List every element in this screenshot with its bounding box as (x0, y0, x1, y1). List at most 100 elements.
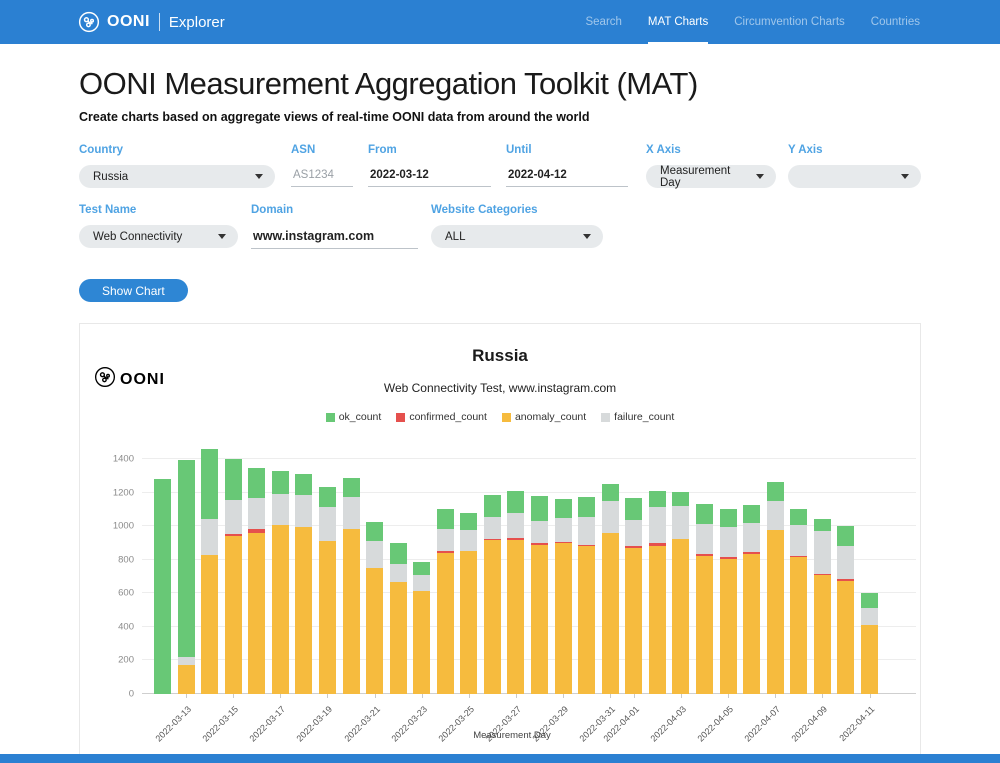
chart-card: Russia OONI Web Connectivity Test, www.i… (79, 323, 921, 763)
asn-label: ASN (291, 144, 353, 156)
country-label: Country (79, 144, 275, 156)
bar-segment-anomaly_count (460, 551, 477, 694)
bar-segment-ok_count (531, 496, 548, 521)
nav-item-search[interactable]: Search (585, 0, 621, 44)
bar-segment-anomaly_count (861, 625, 878, 694)
y-axis-tick-label: 800 (118, 554, 134, 565)
legend-item-failure_count[interactable]: failure_count (601, 411, 674, 423)
bar-2022-03-24[interactable] (437, 509, 454, 694)
bar-segment-failure_count (837, 546, 854, 579)
bar-segment-anomaly_count (814, 575, 831, 694)
bar-2022-04-10[interactable] (837, 526, 854, 694)
bar-segment-ok_count (225, 459, 242, 500)
show-chart-button[interactable]: Show Chart (79, 279, 188, 302)
bar-2022-03-28[interactable] (531, 496, 548, 694)
bar-segment-anomaly_count (437, 553, 454, 694)
legend-item-ok_count[interactable]: ok_count (326, 411, 382, 423)
bar-2022-03-29[interactable] (555, 499, 572, 694)
bar-segment-ok_count (248, 468, 265, 497)
bar-2022-03-20[interactable] (343, 478, 360, 694)
bar-segment-failure_count (696, 524, 713, 554)
ooni-watermark: OONI (94, 366, 165, 393)
legend-label: failure_count (614, 411, 674, 423)
bar-2022-04-09[interactable] (814, 519, 831, 694)
y-axis-select[interactable] (788, 165, 921, 188)
bar-segment-failure_count (672, 506, 689, 539)
bar-2022-04-01[interactable] (625, 498, 642, 694)
legend-item-confirmed_count[interactable]: confirmed_count (396, 411, 487, 423)
bar-2022-04-02[interactable] (649, 491, 666, 694)
x-axis-select[interactable]: Measurement Day (646, 165, 776, 188)
bar-segment-ok_count (484, 495, 501, 517)
ooni-watermark-text: OONI (120, 371, 165, 389)
bar-segment-ok_count (696, 504, 713, 524)
bar-2022-03-13[interactable] (178, 460, 195, 694)
bar-segment-anomaly_count (484, 540, 501, 694)
bar-2022-04-08[interactable] (790, 509, 807, 694)
bar-segment-anomaly_count (602, 533, 619, 694)
bar-segment-ok_count (814, 519, 831, 532)
bar-segment-ok_count (507, 491, 524, 513)
bar-2022-03-21[interactable] (366, 522, 383, 694)
bar-segment-failure_count (343, 497, 360, 529)
bar-segment-ok_count (672, 492, 689, 506)
legend-label: confirmed_count (409, 411, 487, 423)
bar-segment-ok_count (437, 509, 454, 529)
bar-segment-ok_count (790, 509, 807, 525)
nav-item-circumvention-charts[interactable]: Circumvention Charts (734, 0, 845, 44)
from-date-input[interactable] (368, 165, 491, 187)
bar-segment-failure_count (319, 507, 336, 541)
bar-segment-failure_count (720, 527, 737, 557)
bar-2022-03-22[interactable] (390, 543, 407, 694)
brand[interactable]: OONI Explorer (78, 0, 225, 44)
y-axis-tick-label: 400 (118, 621, 134, 632)
legend-swatch (326, 413, 335, 422)
nav-item-mat-charts[interactable]: MAT Charts (648, 0, 708, 44)
website-categories-value: ALL (445, 231, 465, 243)
bar-segment-ok_count (295, 474, 312, 495)
bar-2022-04-03[interactable] (672, 492, 689, 694)
nav-item-countries[interactable]: Countries (871, 0, 920, 44)
bar-2022-03-19[interactable] (319, 487, 336, 694)
bar-2022-03-23[interactable] (413, 562, 430, 694)
legend-label: ok_count (339, 411, 382, 423)
chevron-down-icon (756, 174, 764, 179)
bar-2022-04-05[interactable] (720, 509, 737, 694)
legend-item-anomaly_count[interactable]: anomaly_count (502, 411, 586, 423)
bar-2022-03-30[interactable] (578, 497, 595, 694)
domain-input[interactable] (251, 225, 418, 249)
test-name-select[interactable]: Web Connectivity (79, 225, 238, 248)
bar-2022-03-27[interactable] (507, 491, 524, 694)
bar-segment-failure_count (178, 657, 195, 665)
bar-2022-03-18[interactable] (295, 474, 312, 694)
bar-2022-04-11[interactable] (861, 593, 878, 694)
asn-input[interactable] (291, 165, 353, 187)
country-select[interactable]: Russia (79, 165, 275, 188)
bar-segment-failure_count (814, 531, 831, 574)
bar-2022-03-15[interactable] (225, 459, 242, 694)
bar-segment-failure_count (201, 519, 218, 555)
bar-2022-04-07[interactable] (767, 482, 784, 694)
bar-segment-ok_count (625, 498, 642, 521)
main-content: OONI Measurement Aggregation Toolkit (MA… (0, 66, 1000, 763)
bar-2022-03-26[interactable] (484, 495, 501, 694)
until-date-input[interactable] (506, 165, 628, 187)
chart-legend: ok_count confirmed_count anomaly_count fail… (80, 411, 920, 423)
bar-2022-04-04[interactable] (696, 504, 713, 694)
bar-segment-anomaly_count (319, 541, 336, 694)
bar-2022-03-16[interactable] (248, 468, 265, 694)
website-categories-select[interactable]: ALL (431, 225, 603, 248)
y-axis-tick-label: 1200 (113, 487, 134, 498)
bar-2022-03-14[interactable] (201, 449, 218, 694)
bar-segment-anomaly_count (649, 546, 666, 695)
bar-2022-03-12[interactable] (154, 479, 171, 694)
bar-segment-anomaly_count (837, 581, 854, 694)
bar-segment-failure_count (248, 498, 265, 529)
bar-2022-03-25[interactable] (460, 513, 477, 694)
bar-2022-03-31[interactable] (602, 484, 619, 694)
bar-2022-03-17[interactable] (272, 471, 289, 694)
website-categories-label: Website Categories (431, 204, 603, 216)
legend-swatch (502, 413, 511, 422)
chevron-down-icon (255, 174, 263, 179)
bar-2022-04-06[interactable] (743, 505, 760, 694)
